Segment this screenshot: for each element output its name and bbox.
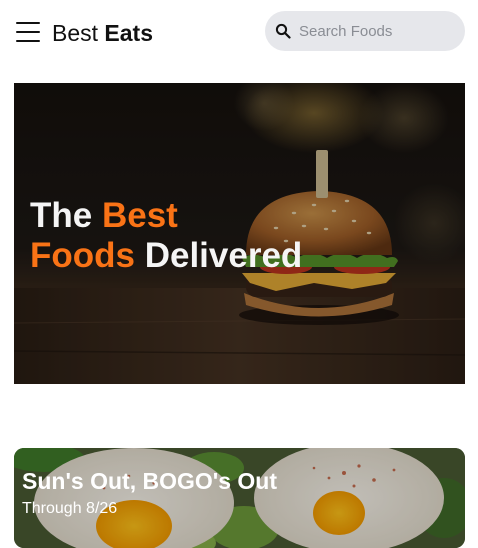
- brand-regular: Best: [52, 20, 99, 46]
- header: Best Eats: [0, 0, 478, 66]
- hero-title-part4: Delivered: [134, 236, 303, 275]
- brand-logo[interactable]: Best Eats: [52, 19, 153, 47]
- hero-title-part1: The: [30, 196, 102, 235]
- menu-bar: [16, 22, 40, 24]
- menu-bar: [16, 40, 40, 42]
- eggs-avocado-photo: [14, 448, 465, 548]
- search-box[interactable]: [265, 11, 465, 51]
- search-icon: [275, 23, 291, 39]
- promo-subtitle: Through 8/26: [22, 500, 118, 517]
- hero-title-accent1: Best: [101, 196, 178, 235]
- brand-bold: Eats: [104, 20, 154, 46]
- hero-title: The Best Foods Delivered: [30, 196, 302, 276]
- promo-title: Sun's Out, BOGO's Out: [22, 468, 277, 494]
- menu-bar: [16, 31, 40, 33]
- hamburger-menu-icon[interactable]: [14, 19, 42, 45]
- hero-title-accent2: Foods: [30, 236, 135, 275]
- promo-card[interactable]: Sun's Out, BOGO's Out Through 8/26: [14, 448, 465, 548]
- search-input[interactable]: [299, 19, 449, 43]
- hero-banner: The Best Foods Delivered: [14, 83, 465, 384]
